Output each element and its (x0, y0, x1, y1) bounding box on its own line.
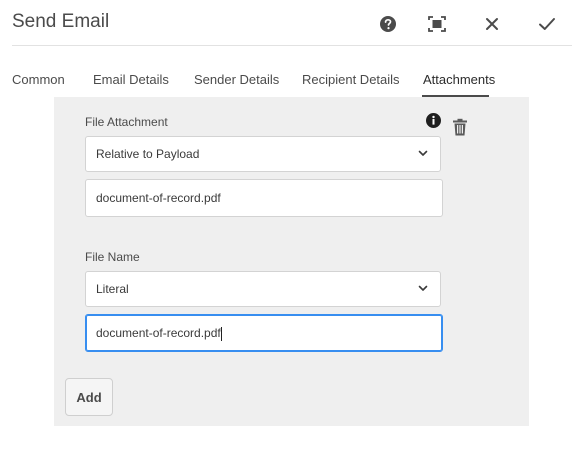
file-attachment-mode-select[interactable]: Relative to Payload (85, 136, 441, 172)
fullscreen-button[interactable] (425, 12, 449, 36)
tab-attachments[interactable]: Attachments (423, 72, 495, 87)
help-icon (380, 16, 396, 32)
confirm-button[interactable] (535, 12, 559, 36)
help-button[interactable] (376, 12, 400, 36)
add-button[interactable]: Add (65, 378, 113, 416)
file-name-mode-select[interactable]: Literal (85, 271, 441, 307)
file-attachment-mode-value: Relative to Payload (96, 147, 200, 161)
tab-recipient-details[interactable]: Recipient Details (302, 72, 400, 87)
file-attachment-label: File Attachment (85, 115, 168, 129)
trash-icon[interactable] (452, 118, 468, 136)
chevron-down-icon (418, 150, 428, 156)
dialog-title: Send Email (12, 11, 110, 32)
fullscreen-icon (428, 16, 446, 32)
file-name-label: File Name (85, 250, 140, 264)
tab-email-details[interactable]: Email Details (93, 72, 169, 87)
info-icon[interactable] (426, 113, 441, 128)
file-name-input[interactable]: document-of-record.pdf (85, 314, 443, 352)
dialog-header: Send Email (0, 0, 576, 46)
file-attachment-input[interactable]: document-of-record.pdf (85, 179, 443, 217)
tab-common[interactable]: Common (12, 72, 65, 87)
tab-sender-details[interactable]: Sender Details (194, 72, 279, 87)
close-button[interactable] (480, 12, 504, 36)
text-caret (220, 326, 222, 341)
chevron-down-icon (418, 285, 428, 291)
checkmark-icon (539, 18, 555, 30)
tab-bar: Common Email Details Sender Details Reci… (0, 60, 576, 98)
header-divider (12, 45, 572, 46)
file-name-input-text: document-of-record.pdf (96, 326, 221, 340)
file-name-mode-value: Literal (96, 282, 129, 296)
close-icon (486, 18, 498, 30)
